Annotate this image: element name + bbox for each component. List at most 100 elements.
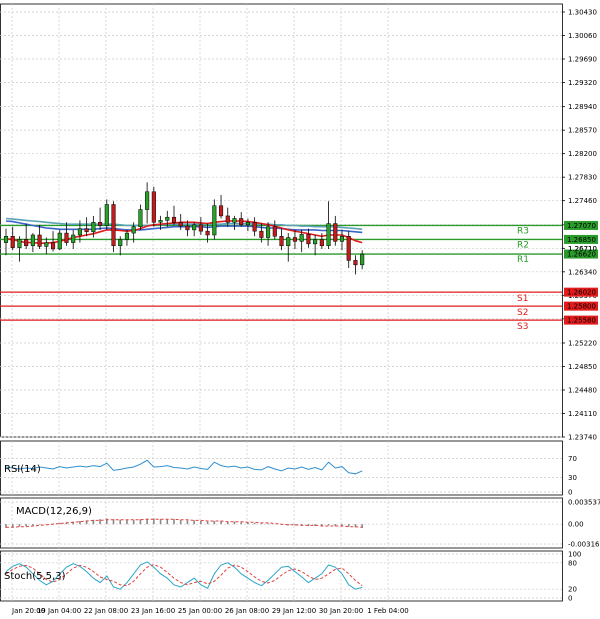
- macd-label: MACD(12,26,9): [16, 506, 92, 517]
- candle-body: [319, 239, 324, 247]
- candle-body: [245, 222, 250, 226]
- stoch-tick-label: 100: [568, 551, 581, 559]
- candle-body: [205, 230, 210, 236]
- rsi-panel-frame: [0, 440, 563, 496]
- stoch-tick-label: 20: [568, 586, 577, 594]
- candle-body: [158, 220, 163, 223]
- candle-body: [299, 234, 304, 242]
- price-tick-label: 1.25220: [568, 339, 597, 347]
- time-tick-label: 23 Jan 16:00: [131, 607, 175, 615]
- level-price-tag: 1.25580: [567, 317, 596, 325]
- candle-body: [138, 209, 143, 227]
- candle-body: [44, 242, 49, 247]
- candle-body: [353, 260, 358, 266]
- level-price-tag: 1.25800: [567, 303, 596, 311]
- candle-body: [111, 204, 116, 247]
- level-name-r3: R3: [517, 226, 529, 236]
- candle-body: [171, 216, 177, 223]
- ma-teal-line: [5, 217, 363, 231]
- candle-body: [185, 225, 190, 231]
- time-tick-label: 22 Jan 08:00: [84, 607, 128, 615]
- stoch-tick-label: 80: [568, 559, 577, 567]
- level-name-s3: S3: [517, 322, 528, 332]
- rsi-tick-label: 0: [568, 489, 572, 497]
- candle-body: [259, 230, 264, 238]
- time-tick-label: 30 Jan 20:00: [319, 607, 363, 615]
- macd-tick-label: -0.003165: [568, 541, 600, 549]
- candle-body: [339, 236, 345, 242]
- price-tick-label: 1.29690: [568, 56, 597, 64]
- candle-body: [98, 222, 103, 226]
- candle-body: [252, 222, 257, 232]
- price-tick-label: 1.29320: [568, 79, 597, 87]
- level-name-s1: S1: [517, 294, 528, 304]
- rsi-tick-label: 30: [568, 474, 577, 482]
- candle-body: [212, 205, 217, 236]
- price-tick-label: 1.28570: [568, 127, 597, 135]
- candle-body: [272, 226, 277, 237]
- candle-body: [3, 236, 9, 243]
- price-tick-label: 1.23740: [568, 434, 597, 442]
- time-tick-label: 25 Jan 00:00: [178, 607, 222, 615]
- chart-root: Jan 20:00 19 Jan 04:00 22 Jan 08:00 23 Jan …: [0, 0, 600, 619]
- time-tick-label: 19 Jan 04:00: [37, 607, 81, 615]
- candle-body: [91, 222, 96, 233]
- candle-body: [326, 223, 331, 247]
- current-price-label: 1.26710: [568, 245, 597, 253]
- candle-body: [77, 228, 82, 236]
- level-price-tag: 1.26020: [567, 289, 596, 297]
- candle-body: [346, 236, 351, 261]
- candle-body: [124, 232, 130, 240]
- candle-body: [104, 204, 109, 226]
- level-name-r1: R1: [517, 255, 529, 265]
- price-tick-label: 1.27460: [568, 197, 597, 205]
- time-tick-label: 29 Jan 12:00: [272, 607, 316, 615]
- rsi-label: RSI(14): [4, 464, 41, 475]
- candle-body: [333, 223, 338, 242]
- candle-body: [313, 239, 318, 245]
- candle-body: [360, 253, 365, 266]
- candle-body: [57, 232, 62, 250]
- price-tick-label: 1.26340: [568, 268, 597, 276]
- macd-tick-label: 0.003537: [568, 499, 600, 507]
- rsi-line: [5, 459, 363, 475]
- candle-body: [30, 234, 35, 247]
- candle-body: [17, 239, 22, 248]
- level-price-tag: 1.27070: [567, 222, 596, 230]
- candle-body: [178, 222, 183, 227]
- candle-body: [306, 234, 311, 245]
- price-tick-label: 1.24110: [568, 410, 597, 418]
- candle-body: [165, 216, 170, 221]
- level-name-s2: S2: [517, 308, 528, 318]
- candle-body: [292, 237, 298, 242]
- candle-body: [37, 234, 42, 247]
- main-panel-frame: [0, 3, 563, 438]
- candle-body: [218, 205, 224, 217]
- candle-body: [239, 218, 244, 226]
- stoch-panel-frame: [0, 550, 563, 602]
- candle-body: [225, 215, 230, 223]
- candle-body: [286, 237, 291, 247]
- candle-body: [151, 191, 156, 223]
- price-tick-label: 1.24850: [568, 363, 597, 371]
- price-tick-label: 1.30430: [568, 9, 597, 17]
- macd-tick-label: 0.00: [568, 521, 584, 529]
- stoch-label: Stoch(5,5,3): [4, 571, 66, 582]
- time-tick-label: 1 Feb 04:00: [367, 607, 408, 615]
- candle-body: [24, 239, 29, 247]
- candle-body: [192, 224, 197, 231]
- price-tick-label: 1.27830: [568, 174, 597, 182]
- time-tick-label: 26 Jan 08:00: [225, 607, 269, 615]
- candle-body: [232, 218, 237, 223]
- candle-body: [131, 226, 136, 234]
- price-tick-label: 1.28940: [568, 103, 597, 111]
- chart-svg: Jan 20:0019 Jan 04:00 22 Jan 08:00 23 Jan …: [0, 3, 600, 615]
- candle-body: [50, 242, 56, 250]
- price-tick-label: 1.28200: [568, 150, 597, 158]
- level-name-r2: R2: [517, 240, 529, 250]
- level-price-tag: 1.26850: [567, 236, 596, 244]
- price-tick-label: 1.24480: [568, 386, 597, 394]
- candle-body: [198, 224, 203, 232]
- candle-body: [118, 239, 123, 247]
- price-tick-label: 1.30060: [568, 32, 597, 40]
